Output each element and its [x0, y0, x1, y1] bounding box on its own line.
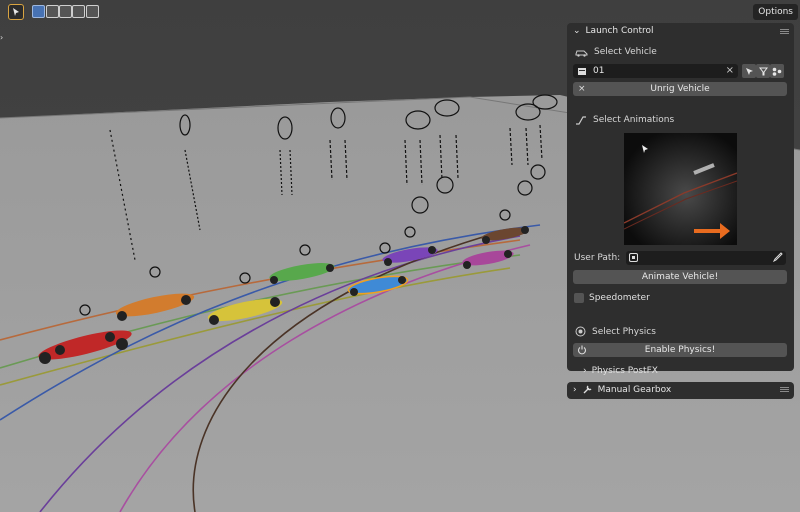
manual-gearbox-panel[interactable]: › Manual Gearbox	[567, 382, 794, 399]
mode-subtract-icon[interactable]	[59, 5, 72, 18]
select-physics-row: Select Physics	[575, 326, 656, 337]
chevron-right-icon: ›	[583, 366, 587, 376]
user-path-label: User Path:	[574, 253, 621, 263]
options-button[interactable]: Options	[753, 4, 798, 20]
enable-physics-button[interactable]: Enable Physics!	[573, 343, 787, 357]
eyedropper-icon[interactable]	[772, 252, 783, 263]
unrig-vehicle-button[interactable]: × Unrig Vehicle	[573, 82, 787, 96]
animation-curve-icon	[576, 116, 586, 125]
manual-gearbox-header[interactable]: › Manual Gearbox	[573, 384, 671, 395]
chevron-right-icon: ›	[573, 384, 577, 395]
unrig-label: Unrig Vehicle	[650, 84, 710, 94]
select-animations-row: Select Animations	[575, 115, 674, 125]
filter-icon	[758, 67, 768, 75]
select-cursor-icon	[13, 8, 19, 16]
mode-new-icon[interactable]	[32, 5, 45, 18]
mode-invert-icon[interactable]	[86, 5, 99, 18]
vehicle-field-value: 01	[593, 66, 605, 76]
power-icon	[577, 345, 587, 355]
launch-control-header[interactable]: ⌄ Launch Control	[573, 26, 654, 36]
pick-object-button[interactable]	[742, 64, 756, 78]
vehicle-object-field[interactable]: 01 ×	[573, 64, 738, 78]
wrench-icon	[583, 385, 592, 394]
cursor-arrow-icon	[745, 67, 753, 75]
animation-preview-thumbnail[interactable]	[624, 133, 737, 245]
select-animations-label: Select Animations	[593, 115, 675, 125]
clear-field-icon[interactable]: ×	[726, 64, 734, 78]
speedometer-label: Speedometer	[589, 293, 650, 303]
car-icon	[575, 50, 588, 57]
select-vehicle-row: Select Vehicle	[575, 47, 657, 57]
speedometer-checkbox[interactable]	[574, 293, 584, 303]
hierarchy-button[interactable]	[770, 64, 784, 78]
mode-intersect-icon[interactable]	[72, 5, 85, 18]
curve-object-icon	[629, 253, 638, 262]
physics-icon	[575, 326, 586, 337]
drag-handle-icon[interactable]	[780, 387, 789, 392]
x-icon: ×	[578, 84, 586, 94]
user-path-field[interactable]	[626, 251, 786, 265]
select-physics-label: Select Physics	[592, 326, 656, 337]
launch-control-sidebar: ⌄ Launch Control Select Vehicle 01 × × U…	[567, 23, 794, 399]
object-data-icon	[578, 68, 586, 75]
physics-postfx-subpanel[interactable]: › Physics PostFX	[583, 366, 658, 376]
preview-image	[624, 133, 737, 245]
filter-button[interactable]	[756, 64, 770, 78]
nodes-icon	[772, 67, 782, 76]
mode-extend-icon[interactable]	[46, 5, 59, 18]
physics-postfx-label: Physics PostFX	[591, 366, 658, 376]
panel-title: Launch Control	[585, 26, 654, 36]
chevron-down-icon: ⌄	[573, 26, 581, 36]
animate-vehicle-button[interactable]: Animate Vehicle!	[573, 270, 787, 284]
launch-control-panel: ⌄ Launch Control Select Vehicle 01 × × U…	[567, 23, 794, 376]
enable-physics-label: Enable Physics!	[644, 345, 716, 355]
toolbar-expand-icon[interactable]: ›	[0, 33, 3, 42]
select-vehicle-label: Select Vehicle	[594, 47, 657, 57]
drag-handle-icon[interactable]	[780, 29, 789, 34]
manual-gearbox-title: Manual Gearbox	[597, 384, 672, 395]
select-tool-button[interactable]	[8, 4, 24, 20]
